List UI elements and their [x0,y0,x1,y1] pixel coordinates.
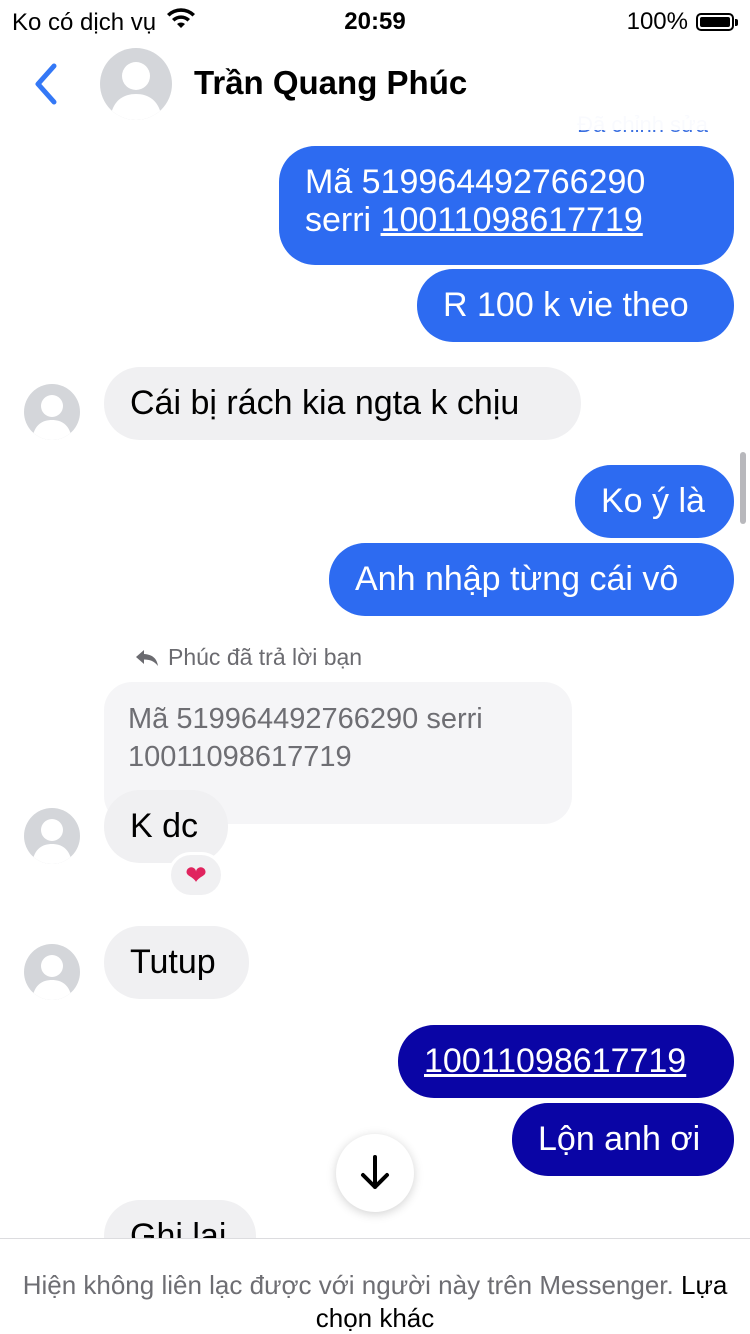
incoming-message[interactable]: Tutup [104,926,249,999]
person-silhouette-icon [32,955,72,1000]
messenger-chat-screen: Ko có dịch vụ 20:59 100% Trần Quang Phúc… [0,0,750,1334]
outgoing-message[interactable]: Mã 519964492766290 serri 10011098617719 [279,146,734,265]
outgoing-message[interactable]: Anh nhập từng cái vô [329,543,734,616]
sender-avatar[interactable] [24,808,80,864]
sender-avatar[interactable] [24,384,80,440]
sender-avatar[interactable] [24,944,80,1000]
battery-fill [700,17,730,27]
status-bar: Ko có dịch vụ 20:59 100% [0,0,750,42]
incoming-message[interactable]: K dc [104,790,228,863]
reply-note: Phúc đã trả lời bạn [134,644,362,671]
contact-name[interactable]: Trần Quang Phúc [194,64,467,102]
person-silhouette-icon [110,62,162,120]
heart-reaction-icon[interactable]: ❤ [168,852,224,898]
battery-tip [735,19,738,26]
scroll-to-bottom-button[interactable] [336,1134,414,1212]
serial-link[interactable]: 10011098617719 [381,201,643,239]
arrow-down-icon [361,1155,389,1189]
message-text: serri [305,201,381,239]
outgoing-message[interactable]: Ko ý là [575,465,734,538]
footer-text: Hiện không liên lạc được với người này t… [22,1270,674,1300]
chat-header: Trần Quang Phúc [0,42,750,130]
person-silhouette-icon [32,819,72,864]
serial-link[interactable]: 10011098617719 [424,1042,686,1080]
unavailable-footer: Hiện không liên lạc được với người này t… [0,1238,750,1334]
battery-icon [696,13,738,31]
battery-percent: 100% [626,8,688,35]
back-button[interactable] [28,60,68,108]
incoming-message[interactable]: Cái bị rách kia ngta k chịu [104,367,581,440]
reply-arrow-icon [136,649,158,666]
contact-avatar[interactable] [100,48,172,120]
scroll-indicator[interactable] [740,452,746,524]
reply-note-text: Phúc đã trả lời bạn [168,644,363,670]
chevron-left-icon [35,63,57,105]
outgoing-message[interactable]: 10011098617719 [398,1025,734,1098]
status-right: 100% [626,8,738,36]
message-line: serri 10011098617719 [305,201,708,239]
outgoing-message[interactable]: R 100 k vie theo [417,269,734,342]
person-silhouette-icon [32,395,72,440]
message-line: Mã 519964492766290 [305,163,646,201]
outgoing-message[interactable]: Lộn anh ơi [512,1103,734,1176]
